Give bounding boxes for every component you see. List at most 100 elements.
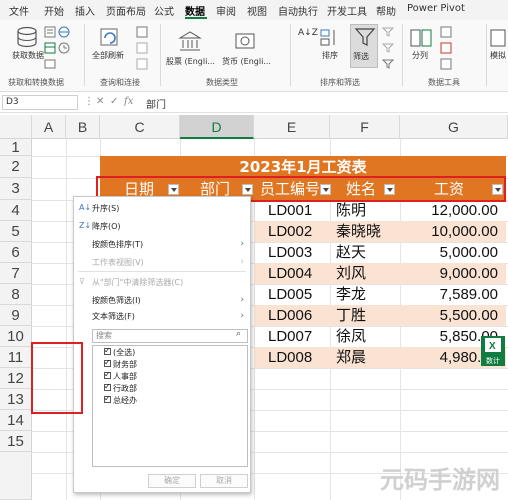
row-header-5[interactable]: 5	[0, 221, 32, 242]
tab-power-pivot[interactable]: Power Pivot	[407, 3, 465, 14]
submenu-arrow-icon: ›	[240, 295, 244, 305]
cell-employee-id[interactable]: LD003	[268, 242, 312, 263]
recent-sources-icon	[58, 42, 70, 54]
cell-employee-id[interactable]: LD007	[268, 326, 312, 347]
sort-button[interactable]: 排序	[322, 50, 338, 61]
cell-employee-id[interactable]: LD005	[268, 284, 312, 305]
cell-employee-id[interactable]: LD008	[268, 347, 312, 368]
cell-name[interactable]: 赵天	[336, 242, 366, 263]
menu-sort-descending[interactable]: 降序(O)	[92, 221, 121, 232]
tab-home[interactable]: 开始	[44, 3, 64, 18]
existing-connections-icon	[44, 59, 56, 69]
column-header-d[interactable]: D	[180, 115, 254, 139]
filter-search-input[interactable]: 搜索	[92, 329, 248, 343]
tab-automate[interactable]: 自动执行	[278, 3, 318, 18]
tab-file[interactable]: 文件	[9, 3, 29, 18]
menu-text-filters[interactable]: 文本筛选(F)	[92, 311, 135, 322]
row-header-6[interactable]: 6	[0, 242, 32, 263]
tab-help[interactable]: 帮助	[376, 3, 396, 18]
cell-name[interactable]: 徐凤	[336, 326, 366, 347]
checkbox-select-all[interactable]: (全选)	[104, 346, 135, 358]
what-if-button[interactable]: 模拟	[490, 50, 506, 61]
refresh-all-button[interactable]: 全部刷新	[92, 50, 124, 61]
cell-name[interactable]: 刘风	[336, 263, 366, 284]
sort-az-button[interactable]: A↓Z	[298, 28, 318, 38]
sort-icon	[320, 29, 335, 46]
currencies-button[interactable]: 货币 (Engli...	[222, 56, 271, 67]
cell-salary[interactable]: 10,000.00	[431, 221, 498, 242]
checkbox-admin[interactable]: 行政部	[104, 382, 137, 394]
tab-developer[interactable]: 开发工具	[327, 3, 367, 18]
excel-badge[interactable]: X 数计	[481, 336, 505, 366]
column-header-g[interactable]: G	[400, 115, 508, 139]
cell-employee-id[interactable]: LD006	[268, 305, 312, 326]
clear-filter-icon: ⊽	[79, 277, 85, 286]
formula-input[interactable]: 部门	[146, 96, 166, 111]
cell-name[interactable]: 李龙	[336, 284, 366, 305]
stocks-icon	[178, 31, 202, 51]
cell-salary[interactable]: 5,500.00	[440, 305, 498, 326]
tab-insert[interactable]: 插入	[75, 3, 95, 18]
cell-salary[interactable]: 5,000.00	[440, 242, 498, 263]
row-header-13[interactable]: 13	[0, 389, 32, 410]
flash-fill-icon	[440, 26, 452, 38]
row-header-11[interactable]: 11	[0, 347, 32, 368]
menu-separator	[78, 271, 246, 272]
excel-logo-icon: X	[485, 338, 501, 352]
submenu-arrow-icon: ›	[240, 311, 244, 321]
column-header-b[interactable]: B	[66, 115, 100, 139]
tab-view[interactable]: 视图	[247, 3, 267, 18]
row-header-7[interactable]: 7	[0, 263, 32, 284]
name-box[interactable]: D3	[2, 95, 78, 110]
filter-button-active[interactable]: 筛选	[350, 24, 378, 68]
column-header-a[interactable]: A	[32, 115, 66, 139]
column-header-bar: A B C D E F G	[0, 115, 508, 139]
checkbox-general-office[interactable]: 总经办	[104, 394, 137, 406]
row-header-12[interactable]: 12	[0, 368, 32, 389]
column-header-e[interactable]: E	[254, 115, 330, 139]
column-header-c[interactable]: C	[100, 115, 180, 139]
checkbox-finance[interactable]: 财务部	[104, 358, 137, 370]
queries-icon	[136, 26, 148, 38]
row-header-3[interactable]: 3	[0, 178, 32, 200]
stocks-button[interactable]: 股票 (Engli...	[166, 56, 215, 67]
tab-data[interactable]: 数据	[185, 3, 205, 18]
row-header-2[interactable]: 2	[0, 156, 32, 178]
row-header-15[interactable]: 15	[0, 431, 32, 452]
cell-name[interactable]: 秦晓晓	[336, 221, 381, 242]
row-header-4[interactable]: 4	[0, 200, 32, 221]
cell-employee-id[interactable]: LD002	[268, 221, 312, 242]
insert-function-icon[interactable]: fx	[124, 96, 133, 107]
enter-icon[interactable]: ✓	[110, 96, 118, 107]
row-header-8[interactable]: 8	[0, 284, 32, 305]
row-header-10[interactable]: 10	[0, 326, 32, 347]
cell-name[interactable]: 郑晨	[336, 347, 366, 368]
row-header-14[interactable]: 14	[0, 410, 32, 431]
cancel-button[interactable]: 取消	[200, 474, 248, 488]
cell-name[interactable]: 陈明	[336, 200, 366, 221]
text-to-columns-button[interactable]: 分列	[412, 50, 428, 61]
row-header-9[interactable]: 9	[0, 305, 32, 326]
row-header-1[interactable]: 1	[0, 139, 32, 156]
select-all-corner[interactable]	[0, 115, 32, 139]
column-header-f[interactable]: F	[330, 115, 400, 139]
get-data-button[interactable]: 获取数据	[12, 50, 44, 61]
table-title[interactable]: 2023年1月工资表	[100, 156, 506, 178]
table-row: LD001 陈明 12,000.00	[254, 200, 506, 221]
cancel-icon[interactable]: ✕	[96, 96, 104, 107]
tab-formulas[interactable]: 公式	[154, 3, 174, 18]
cell-name[interactable]: 丁胜	[336, 305, 366, 326]
tab-review[interactable]: 审阅	[216, 3, 236, 18]
name-box-dropdown-icon[interactable]: ⋮	[84, 96, 94, 107]
menu-sort-ascending[interactable]: 升序(S)	[92, 203, 119, 214]
cell-salary[interactable]: 7,589.00	[440, 284, 498, 305]
ok-button[interactable]: 确定	[148, 474, 196, 488]
cell-salary[interactable]: 12,000.00	[431, 200, 498, 221]
menu-sort-by-color[interactable]: 按颜色排序(T)	[92, 239, 143, 250]
cell-salary[interactable]: 9,000.00	[440, 263, 498, 284]
tab-page-layout[interactable]: 页面布局	[106, 3, 146, 18]
menu-filter-by-color[interactable]: 按颜色筛选(I)	[92, 295, 141, 306]
cell-employee-id[interactable]: LD004	[268, 263, 312, 284]
checkbox-hr[interactable]: 人事部	[104, 370, 137, 382]
cell-employee-id[interactable]: LD001	[268, 200, 312, 221]
